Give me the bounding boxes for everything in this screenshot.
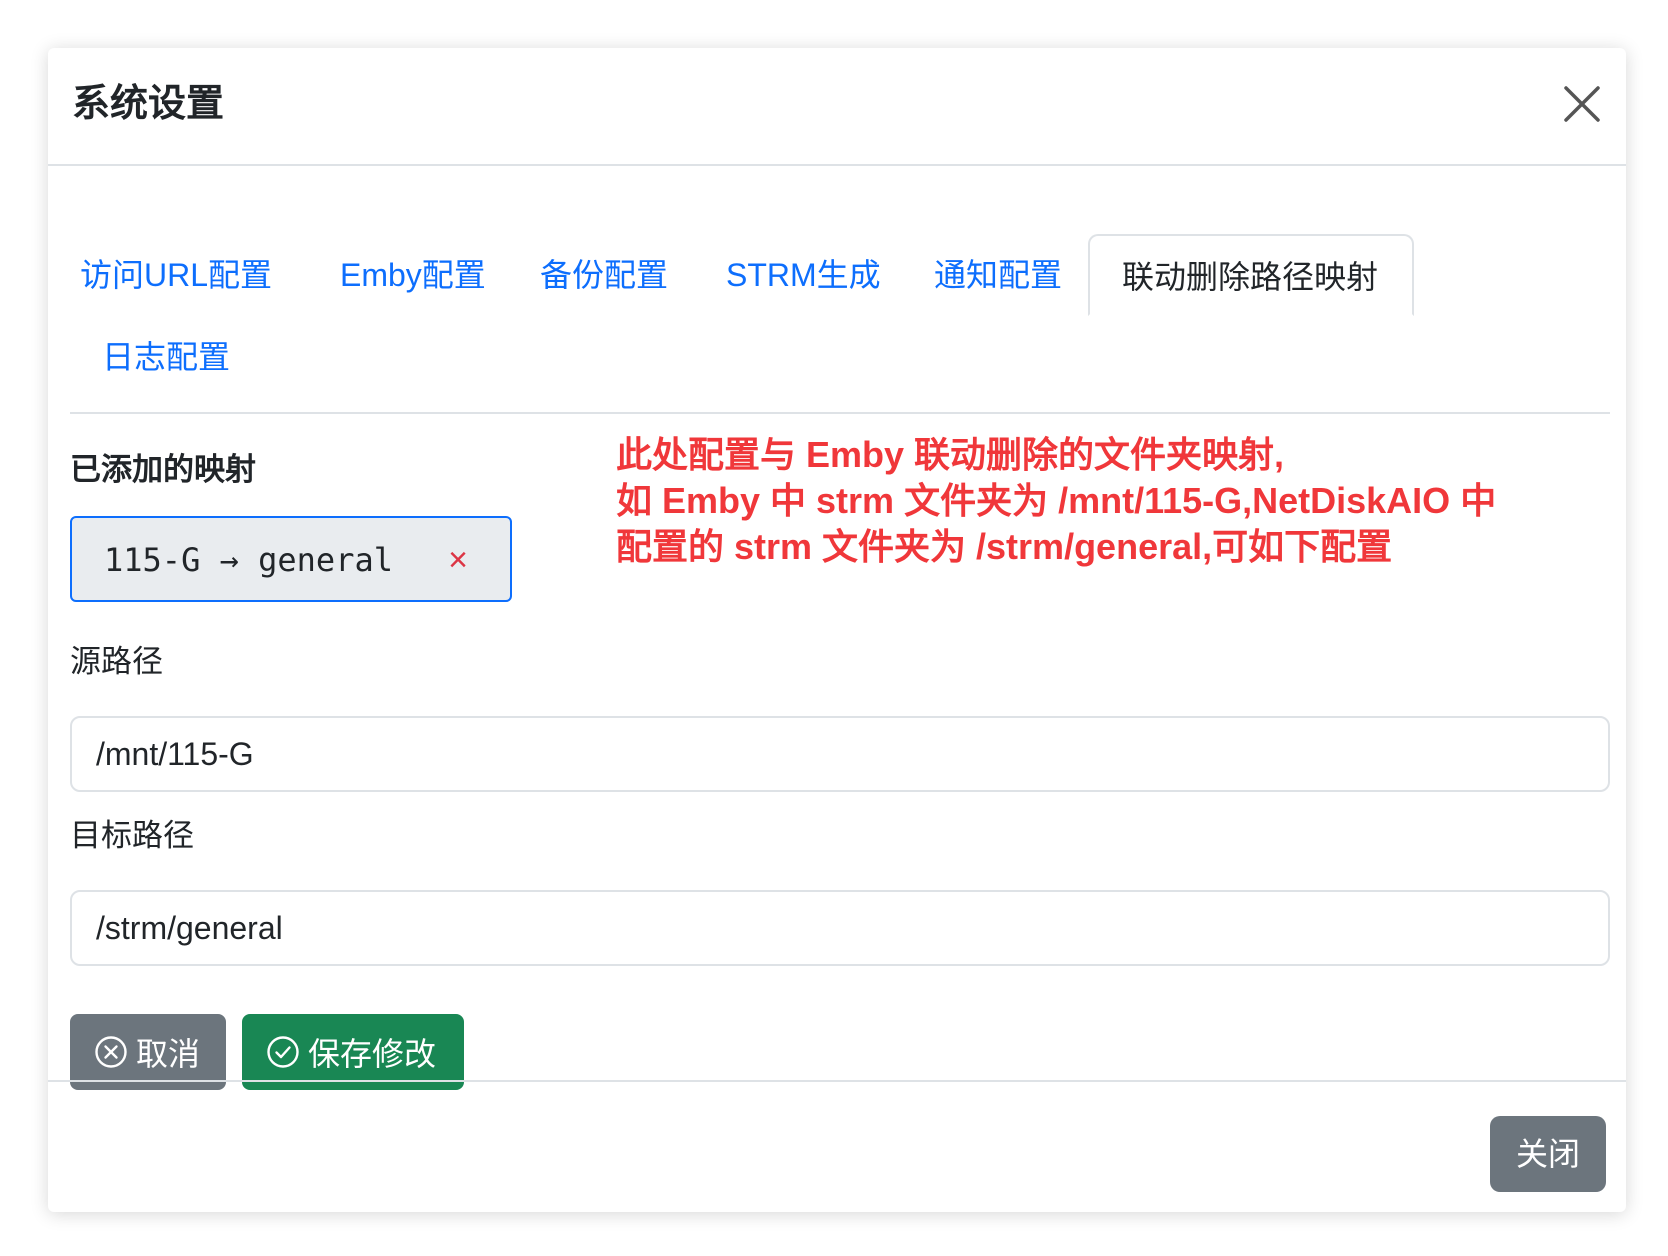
tab-strm-generate[interactable]: STRM生成 [726, 234, 896, 316]
cancel-button[interactable]: 取消 [70, 1014, 226, 1090]
target-path-input[interactable] [70, 890, 1610, 966]
note-line: 配置的 strm 文件夹为 /strm/general,可如下配置 [616, 526, 1393, 567]
save-button[interactable]: 保存修改 [242, 1014, 464, 1090]
save-button-label: 保存修改 [308, 1036, 437, 1072]
tab-notify-config[interactable]: 通知配置 [934, 234, 1074, 316]
modal-title: 系统设置 [72, 83, 225, 125]
tab-log-config[interactable]: 日志配置 [102, 316, 242, 398]
close-icon[interactable] [1558, 80, 1606, 128]
tab-linked-delete-mapping[interactable]: 联动删除路径映射 [1088, 234, 1414, 316]
note-line: 此处配置与 Emby 联动删除的文件夹映射, [616, 434, 1285, 475]
mapping-chip-text: 115-G → general [104, 541, 393, 579]
modal-body: 访问URL配置 Emby配置 备份配置 STRM生成 通知配置 联动删除路径映射… [70, 166, 1610, 1118]
note-line: 如 Emby 中 strm 文件夹为 /mnt/115-G,NetDiskAIO… [616, 480, 1497, 521]
source-path-input[interactable] [70, 716, 1610, 792]
annotation-note: 此处配置与 Emby 联动删除的文件夹映射, 如 Emby 中 strm 文件夹… [616, 432, 1576, 570]
mapping-chip: 115-G → general × [70, 516, 512, 602]
mappings-label: 已添加的映射 [70, 452, 256, 487]
remove-mapping-icon[interactable]: × [438, 540, 478, 580]
modal-footer: 关闭 [48, 1080, 1626, 1212]
close-button[interactable]: 关闭 [1490, 1116, 1606, 1192]
settings-tabs: 访问URL配置 Emby配置 备份配置 STRM生成 通知配置 联动删除路径映射… [70, 166, 1610, 414]
x-circle-icon [95, 1036, 127, 1068]
check-circle-icon [267, 1036, 299, 1068]
tab-url-config[interactable]: 访问URL配置 [80, 234, 300, 316]
source-path-label: 源路径 [70, 644, 163, 679]
modal-header: 系统设置 [48, 48, 1626, 166]
tab-backup-config[interactable]: 备份配置 [540, 234, 680, 316]
target-path-label: 目标路径 [70, 818, 194, 853]
settings-modal: 系统设置 访问URL配置 Emby配置 备份配置 STRM生成 通知配置 联动删… [48, 48, 1626, 1212]
cancel-button-label: 取消 [136, 1036, 201, 1072]
tab-emby-config[interactable]: Emby配置 [340, 234, 490, 316]
